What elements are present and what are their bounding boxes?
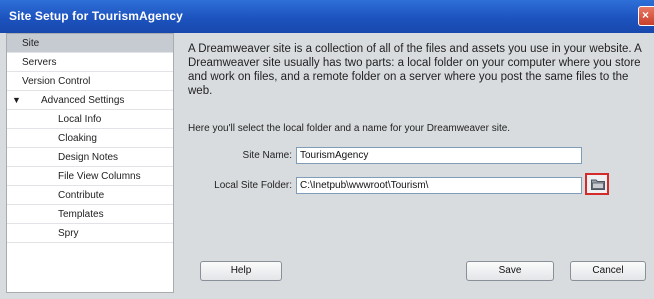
instruction-text: Here you'll select the local folder and … bbox=[188, 123, 511, 134]
sidebar-item-spry[interactable]: Spry bbox=[7, 224, 173, 243]
site-name-input[interactable]: TourismAgency bbox=[296, 147, 582, 164]
local-site-folder-label: Local Site Folder: bbox=[214, 180, 292, 191]
folder-icon bbox=[591, 179, 605, 190]
title-bar: Site Setup for TourismAgency × bbox=[0, 0, 654, 33]
browse-folder-button[interactable] bbox=[585, 173, 609, 195]
sidebar-item-servers[interactable]: Servers bbox=[7, 53, 173, 72]
close-icon: × bbox=[642, 8, 650, 22]
cancel-button[interactable]: Cancel bbox=[570, 261, 646, 281]
sidebar-item-design-notes[interactable]: Design Notes bbox=[7, 148, 173, 167]
help-button[interactable]: Help bbox=[200, 261, 282, 281]
site-name-label: Site Name: bbox=[242, 150, 292, 161]
sidebar-item-version-control[interactable]: Version Control bbox=[7, 72, 173, 91]
sidebar-item-contribute[interactable]: Contribute bbox=[7, 186, 173, 205]
sidebar-item-templates[interactable]: Templates bbox=[7, 205, 173, 224]
save-button[interactable]: Save bbox=[466, 261, 554, 281]
sidebar-item-local-info[interactable]: Local Info bbox=[7, 110, 173, 129]
settings-panel: A Dreamweaver site is a collection of al… bbox=[184, 33, 652, 299]
intro-text: A Dreamweaver site is a collection of al… bbox=[188, 43, 642, 97]
dialog-body: Site Servers Version Control ▼ Advanced … bbox=[6, 33, 654, 299]
category-sidebar: Site Servers Version Control ▼ Advanced … bbox=[6, 33, 174, 293]
sidebar-item-site[interactable]: Site bbox=[7, 34, 173, 53]
triangle-down-icon[interactable]: ▼ bbox=[12, 91, 21, 110]
site-setup-dialog: Site Setup for TourismAgency × Site Serv… bbox=[0, 0, 654, 299]
close-button[interactable]: × bbox=[638, 6, 654, 26]
window-title: Site Setup for TourismAgency bbox=[9, 9, 183, 23]
sidebar-item-cloaking[interactable]: Cloaking bbox=[7, 129, 173, 148]
sidebar-item-file-view-columns[interactable]: File View Columns bbox=[7, 167, 173, 186]
local-site-folder-input[interactable]: C:\Inetpub\wwwroot\Tourism\ bbox=[296, 177, 582, 194]
sidebar-item-label: Advanced Settings bbox=[41, 95, 125, 106]
sidebar-item-advanced-settings[interactable]: ▼ Advanced Settings bbox=[7, 91, 173, 110]
